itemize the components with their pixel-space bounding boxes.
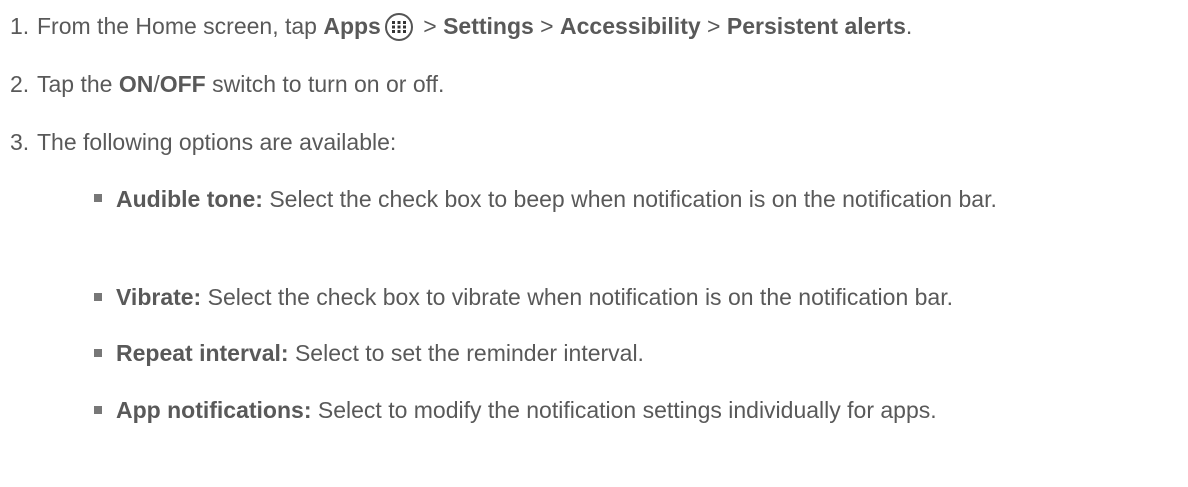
on-label: ON bbox=[118, 71, 154, 97]
off-label: OFF bbox=[159, 71, 206, 97]
bullet-square-icon bbox=[94, 293, 102, 301]
apps-label: Apps bbox=[323, 13, 381, 39]
path-separator: > bbox=[416, 13, 444, 39]
step-3: 3. The following options are available: bbox=[10, 128, 396, 156]
option-title: Vibrate: bbox=[116, 284, 202, 310]
option-text: Repeat interval: Select to set the remin… bbox=[116, 339, 1186, 367]
step-text: The following options are available: bbox=[37, 129, 397, 155]
step-text: From the Home screen, tap Apps > Setting… bbox=[37, 12, 912, 41]
option-text: App notifications: Select to modify the … bbox=[116, 396, 1186, 424]
bullet-square-icon bbox=[94, 194, 102, 202]
step-1: 1. From the Home screen, tap Apps > Setti… bbox=[10, 12, 912, 41]
option-text: Vibrate: Select the check box to vibrate… bbox=[116, 283, 1186, 311]
path-separator: > bbox=[533, 13, 561, 39]
step-number: 1. bbox=[10, 13, 30, 39]
path-separator: > bbox=[700, 13, 727, 39]
bullet-square-icon bbox=[94, 406, 102, 414]
step-text: Tap the ON/OFF switch to turn on or off. bbox=[37, 70, 444, 98]
option-text: Audible tone: Select the check box to be… bbox=[116, 184, 1186, 214]
option-desc: Select the check box to beep when notifi… bbox=[262, 186, 997, 212]
apps-grid-icon bbox=[384, 13, 413, 41]
step-prefix: From the Home screen, tap bbox=[37, 13, 324, 39]
path-persistent-alerts: Persistent alerts bbox=[726, 13, 906, 39]
path-settings: Settings bbox=[443, 13, 534, 39]
step-number: 3. bbox=[10, 129, 30, 155]
path-accessibility: Accessibility bbox=[560, 13, 701, 39]
step-prefix: Tap the bbox=[37, 71, 119, 97]
option-desc: Select to set the reminder interval. bbox=[288, 340, 644, 366]
step-2: 2. Tap the ON/OFF switch to turn on or of… bbox=[10, 70, 444, 98]
option-title: Audible tone: bbox=[116, 186, 263, 212]
step-suffix: switch to turn on or off. bbox=[205, 71, 445, 97]
option-title: App notifications: bbox=[116, 397, 312, 423]
step-number: 2. bbox=[10, 71, 30, 97]
option-title: Repeat interval: bbox=[116, 340, 289, 366]
option-desc: Select the check box to vibrate when not… bbox=[201, 284, 953, 310]
step-suffix: . bbox=[905, 13, 913, 39]
option-desc: Select to modify the notification settin… bbox=[311, 397, 937, 423]
bullet-square-icon bbox=[94, 349, 102, 357]
